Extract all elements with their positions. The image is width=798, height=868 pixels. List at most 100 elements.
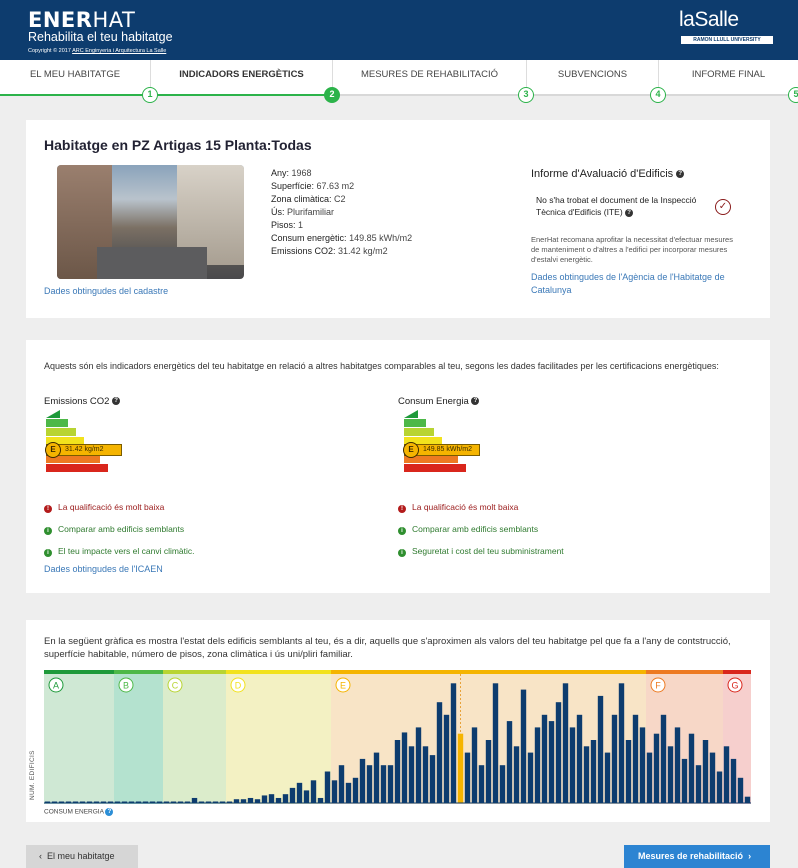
next-button[interactable]: Mesures de rehabilitació ›: [624, 845, 770, 868]
histogram-bar[interactable]: [401, 732, 408, 803]
histogram-bar[interactable]: [744, 796, 751, 803]
histogram-bar[interactable]: [429, 755, 436, 803]
histogram-bar[interactable]: [597, 695, 604, 803]
histogram-bar[interactable]: [240, 799, 247, 803]
histogram-bar[interactable]: [387, 765, 394, 803]
histogram-bar[interactable]: [450, 683, 457, 803]
histogram-bar[interactable]: [352, 777, 359, 803]
histogram-bar[interactable]: [394, 740, 401, 803]
tab-informe-final[interactable]: Informe final: [659, 60, 798, 96]
step-5-indicator[interactable]: 5: [788, 87, 798, 103]
histogram-bar[interactable]: [541, 714, 548, 803]
histogram-bar[interactable]: [331, 780, 338, 803]
icaen-data-link[interactable]: Dades obtingudes de l'ICAEN: [44, 564, 163, 574]
histogram-bar[interactable]: [443, 714, 450, 803]
histogram-bar[interactable]: [562, 683, 569, 803]
histogram-bar[interactable]: [506, 721, 513, 803]
tab-indicadors-energetics[interactable]: Indicadors energètics: [151, 60, 333, 96]
copyright-link[interactable]: ARC Enginyeria i Arquitectura La Salle: [72, 48, 166, 54]
help-icon[interactable]: ?: [471, 397, 480, 406]
histogram-bar[interactable]: [576, 714, 583, 803]
histogram-bar[interactable]: [513, 746, 520, 803]
histogram-bar[interactable]: [464, 752, 471, 803]
histogram-bar[interactable]: [660, 714, 667, 803]
ahc-data-link[interactable]: Dades obtingudes de l'Agència de l'Habit…: [531, 271, 751, 297]
step-1-indicator[interactable]: 1: [142, 87, 158, 103]
histogram-bar[interactable]: [590, 740, 597, 803]
step-2-indicator[interactable]: 2: [324, 87, 340, 103]
histogram-bar[interactable]: [415, 727, 422, 803]
energy-bullet-compare[interactable]: i Comparar amb edificis semblants: [398, 524, 538, 535]
tab-subvencions[interactable]: Subvencions: [527, 60, 659, 96]
histogram-bar[interactable]: [436, 702, 443, 803]
histogram-bar[interactable]: [674, 727, 681, 803]
histogram-bar[interactable]: [247, 797, 254, 803]
histogram-bar[interactable]: [716, 771, 723, 804]
histogram-bar[interactable]: [499, 765, 506, 803]
histogram-bar[interactable]: [268, 794, 275, 803]
histogram-bar[interactable]: [261, 795, 268, 803]
histogram-bar[interactable]: [345, 782, 352, 803]
help-icon[interactable]: ?: [105, 808, 114, 816]
histogram-bar[interactable]: [380, 765, 387, 803]
histogram-bar[interactable]: [667, 746, 674, 803]
histogram-bar[interactable]: [478, 765, 485, 803]
co2-bullet-rating[interactable]: ! La qualificació és molt baixa: [44, 502, 164, 513]
histogram-bar[interactable]: [289, 787, 296, 803]
step-3-indicator[interactable]: 3: [518, 87, 534, 103]
histogram-bar[interactable]: [555, 702, 562, 803]
histogram-bar[interactable]: [324, 771, 331, 804]
energy-bullet-supply[interactable]: i Seguretat i cost del teu subministramen…: [398, 546, 564, 557]
tab-mesures-rehabilitacio[interactable]: Mesures de rehabilitació: [333, 60, 527, 96]
histogram-bar[interactable]: [646, 752, 653, 803]
help-icon[interactable]: ?: [625, 208, 634, 217]
histogram-bar[interactable]: [569, 727, 576, 803]
histogram-bar[interactable]: [296, 782, 303, 803]
histogram-bar[interactable]: [408, 746, 415, 803]
histogram-bar[interactable]: [303, 790, 310, 803]
histogram-bar[interactable]: [366, 765, 373, 803]
histogram-bar[interactable]: [485, 740, 492, 803]
help-icon[interactable]: ?: [112, 397, 121, 406]
histogram-bar[interactable]: [275, 797, 282, 803]
cadastre-link[interactable]: Dades obtingudes del cadastre: [44, 286, 168, 296]
step-4-indicator[interactable]: 4: [650, 87, 666, 103]
co2-bullet-compare[interactable]: i Comparar amb edificis semblants: [44, 524, 184, 535]
histogram-bar[interactable]: [254, 799, 261, 803]
help-icon[interactable]: ?: [676, 170, 685, 179]
histogram-bar[interactable]: [317, 797, 324, 803]
histogram-bar[interactable]: [639, 727, 646, 803]
histogram-bar[interactable]: [709, 752, 716, 803]
energy-bullet-rating[interactable]: ! La qualificació és molt baixa: [398, 502, 518, 513]
histogram-bar[interactable]: [282, 794, 289, 803]
histogram-bar[interactable]: [338, 765, 345, 803]
histogram-bar[interactable]: [548, 721, 555, 803]
histogram-bar[interactable]: [527, 752, 534, 803]
histogram-bar[interactable]: [625, 740, 632, 803]
your-dwelling-bar[interactable]: [457, 733, 464, 803]
tab-el-meu-habitatge[interactable]: El meu habitatge: [0, 60, 151, 96]
histogram-bar[interactable]: [730, 758, 737, 803]
histogram-bar[interactable]: [520, 689, 527, 803]
histogram-bar[interactable]: [611, 714, 618, 803]
histogram-bar[interactable]: [233, 799, 240, 803]
histogram-bar[interactable]: [359, 758, 366, 803]
histogram-bar[interactable]: [471, 727, 478, 803]
histogram-bar[interactable]: [632, 714, 639, 803]
histogram-bar[interactable]: [723, 746, 730, 803]
histogram-bar[interactable]: [604, 752, 611, 803]
histogram-bar[interactable]: [492, 683, 499, 803]
histogram-bar[interactable]: [737, 777, 744, 803]
histogram-bar[interactable]: [695, 765, 702, 803]
lasalle-logo[interactable]: laSalle: [679, 8, 739, 32]
histogram-bar[interactable]: [191, 797, 198, 803]
histogram-bar[interactable]: [702, 740, 709, 803]
histogram-bar[interactable]: [583, 746, 590, 803]
enerhat-logo[interactable]: ENERHAT: [28, 8, 135, 32]
histogram-bar[interactable]: [618, 683, 625, 803]
histogram-bar[interactable]: [688, 733, 695, 803]
histogram-bar[interactable]: [681, 758, 688, 803]
histogram-bar[interactable]: [422, 746, 429, 803]
back-button[interactable]: ‹ El meu habitatge: [26, 845, 138, 868]
histogram-bar[interactable]: [653, 733, 660, 803]
